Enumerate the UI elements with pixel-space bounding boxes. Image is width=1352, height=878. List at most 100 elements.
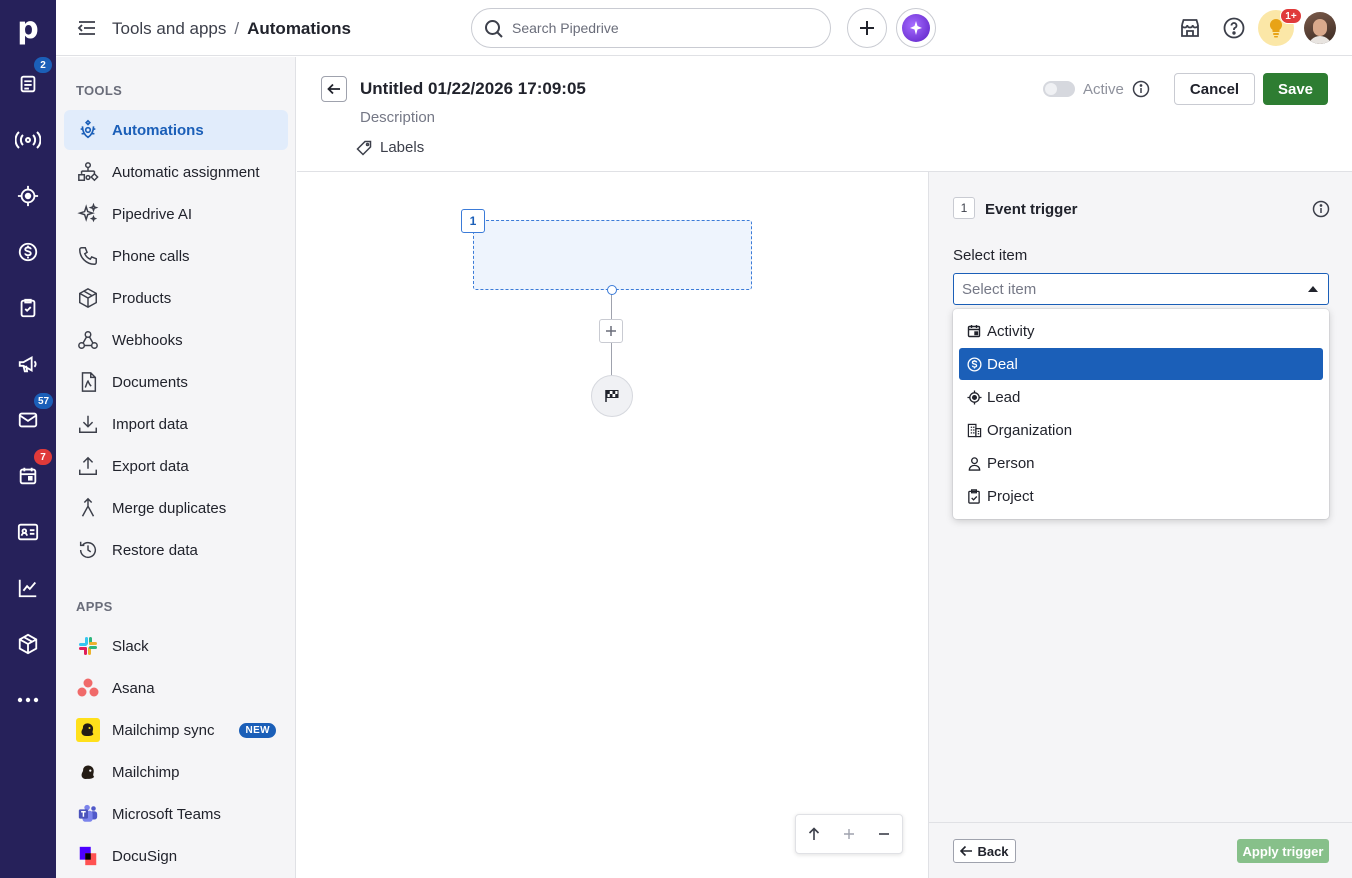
select-placeholder: Select item [962, 281, 1037, 298]
sidebar-item-label: Asana [112, 679, 155, 697]
leads-icon[interactable] [12, 68, 44, 100]
deals-icon[interactable] [12, 236, 44, 268]
option-activity[interactable]: Activity [959, 315, 1323, 347]
breadcrumb-parent[interactable]: Tools and apps [112, 19, 226, 38]
automation-title[interactable]: Untitled 01/22/2026 17:09:05 [360, 79, 586, 99]
panel-back-button[interactable]: Back [953, 839, 1016, 863]
sidebar-item-restore-data[interactable]: Restore data [64, 530, 288, 570]
box-icon [76, 286, 100, 310]
sidebar-item-asana[interactable]: Asana [64, 668, 288, 708]
labels-button[interactable]: Labels [356, 139, 424, 156]
add-step-button[interactable] [599, 319, 623, 343]
option-organization[interactable]: Organization [959, 414, 1323, 446]
select-item-dropdown[interactable]: Select item [953, 273, 1329, 305]
sidebar-item-label: Import data [112, 415, 188, 433]
sidebar-item-automatic-assignment[interactable]: Automatic assignment [64, 152, 288, 192]
sidebar-item-label: DocuSign [112, 847, 178, 865]
projects-icon[interactable] [12, 292, 44, 324]
search-input[interactable] [512, 18, 812, 38]
user-avatar[interactable] [1304, 12, 1336, 44]
mail-icon[interactable] [12, 404, 44, 436]
products-nav-icon[interactable] [12, 628, 44, 660]
notification-badge: 1+ [1280, 8, 1302, 24]
mailchimp-mono-icon [76, 760, 100, 784]
panel-step-number: 1 [953, 197, 975, 219]
option-lead[interactable]: Lead [959, 381, 1323, 413]
save-button[interactable]: Save [1263, 73, 1328, 105]
option-person[interactable]: Person [959, 447, 1323, 479]
sidebar-item-products[interactable]: Products [64, 278, 288, 318]
option-label: Deal [987, 355, 1018, 373]
panel-footer: Back Apply trigger [929, 822, 1352, 878]
pipedrive-logo[interactable]: p [0, 0, 56, 56]
step-number-badge: 1 [461, 209, 485, 233]
sidebar-item-phone-calls[interactable]: Phone calls [64, 236, 288, 276]
trigger-step-placeholder[interactable] [473, 220, 752, 290]
calendar-nav-icon[interactable] [12, 460, 44, 492]
clipboard-icon [966, 488, 982, 504]
sidebar-item-docusign[interactable]: DocuSign [64, 836, 288, 876]
zoom-controls [795, 814, 903, 854]
sidebar-item-documents[interactable]: Documents [64, 362, 288, 402]
target-nav-icon[interactable] [12, 180, 44, 212]
zoom-out-icon[interactable] [872, 822, 896, 846]
broadcast-icon[interactable] [12, 124, 44, 156]
teams-icon [76, 802, 100, 826]
sidebar-item-slack[interactable]: Slack [64, 626, 288, 666]
insights-icon[interactable] [12, 572, 44, 604]
tag-icon [356, 140, 372, 156]
search-box[interactable] [471, 8, 831, 48]
more-icon[interactable] [12, 684, 44, 716]
marketplace-icon[interactable] [1178, 16, 1202, 40]
sidebar-item-import-data[interactable]: Import data [64, 404, 288, 444]
sidebar-item-label: Documents [112, 373, 188, 391]
tips-button[interactable]: 1+ [1258, 8, 1302, 46]
plus-icon [606, 326, 616, 336]
quick-add-button[interactable] [847, 8, 887, 48]
sidebar-item-label: Phone calls [112, 247, 190, 265]
apply-trigger-button[interactable]: Apply trigger [1237, 839, 1329, 863]
description-field[interactable]: Description [360, 109, 435, 126]
sidebar-item-label: Slack [112, 637, 149, 655]
breadcrumb-separator: / [234, 19, 240, 38]
arrow-up-icon[interactable] [802, 822, 826, 846]
ai-assistant-button[interactable] [896, 8, 936, 48]
info-icon[interactable] [1312, 200, 1330, 218]
sidebar-item-export-data[interactable]: Export data [64, 446, 288, 486]
dollar-icon [966, 356, 982, 372]
help-icon[interactable] [1222, 16, 1246, 40]
editor-header: Untitled 01/22/2026 17:09:05 Description… [297, 57, 1352, 172]
upload-icon [76, 454, 100, 478]
leads-badge: 2 [34, 57, 52, 73]
sidebar-item-merge-duplicates[interactable]: Merge duplicates [64, 488, 288, 528]
option-label: Person [987, 454, 1035, 472]
sidebar-item-label: Export data [112, 457, 189, 475]
search-icon [484, 19, 504, 39]
option-project[interactable]: Project [959, 480, 1323, 512]
campaigns-icon[interactable] [12, 348, 44, 380]
back-button[interactable] [321, 76, 347, 102]
calendar-badge: 7 [34, 449, 52, 465]
active-toggle[interactable] [1043, 81, 1075, 97]
sidebar-item-mailchimp[interactable]: Mailchimp [64, 752, 288, 792]
zoom-in-icon[interactable] [837, 822, 861, 846]
option-deal[interactable]: Deal [959, 348, 1323, 380]
contacts-icon[interactable] [12, 516, 44, 548]
sidebar-item-pipedrive-ai[interactable]: Pipedrive AI [64, 194, 288, 234]
cancel-button[interactable]: Cancel [1174, 73, 1255, 105]
target-icon [966, 389, 982, 405]
sidebar-item-microsoft-teams[interactable]: Microsoft Teams [64, 794, 288, 834]
info-icon[interactable] [1132, 80, 1150, 98]
calendar-icon [966, 323, 982, 339]
sidebar-item-label: Mailchimp [112, 763, 180, 781]
assignment-icon [76, 160, 100, 184]
phone-icon [76, 244, 100, 268]
option-label: Activity [987, 322, 1035, 340]
sidebar-item-label: Microsoft Teams [112, 805, 221, 823]
workflow-canvas[interactable]: 1 [297, 172, 928, 878]
option-label: Lead [987, 388, 1021, 406]
sidebar-item-mailchimp-sync[interactable]: Mailchimp sync NEW [64, 710, 288, 750]
collapse-menu-icon[interactable] [76, 17, 98, 39]
sidebar-item-automations[interactable]: Automations [64, 110, 288, 150]
sidebar-item-webhooks[interactable]: Webhooks [64, 320, 288, 360]
